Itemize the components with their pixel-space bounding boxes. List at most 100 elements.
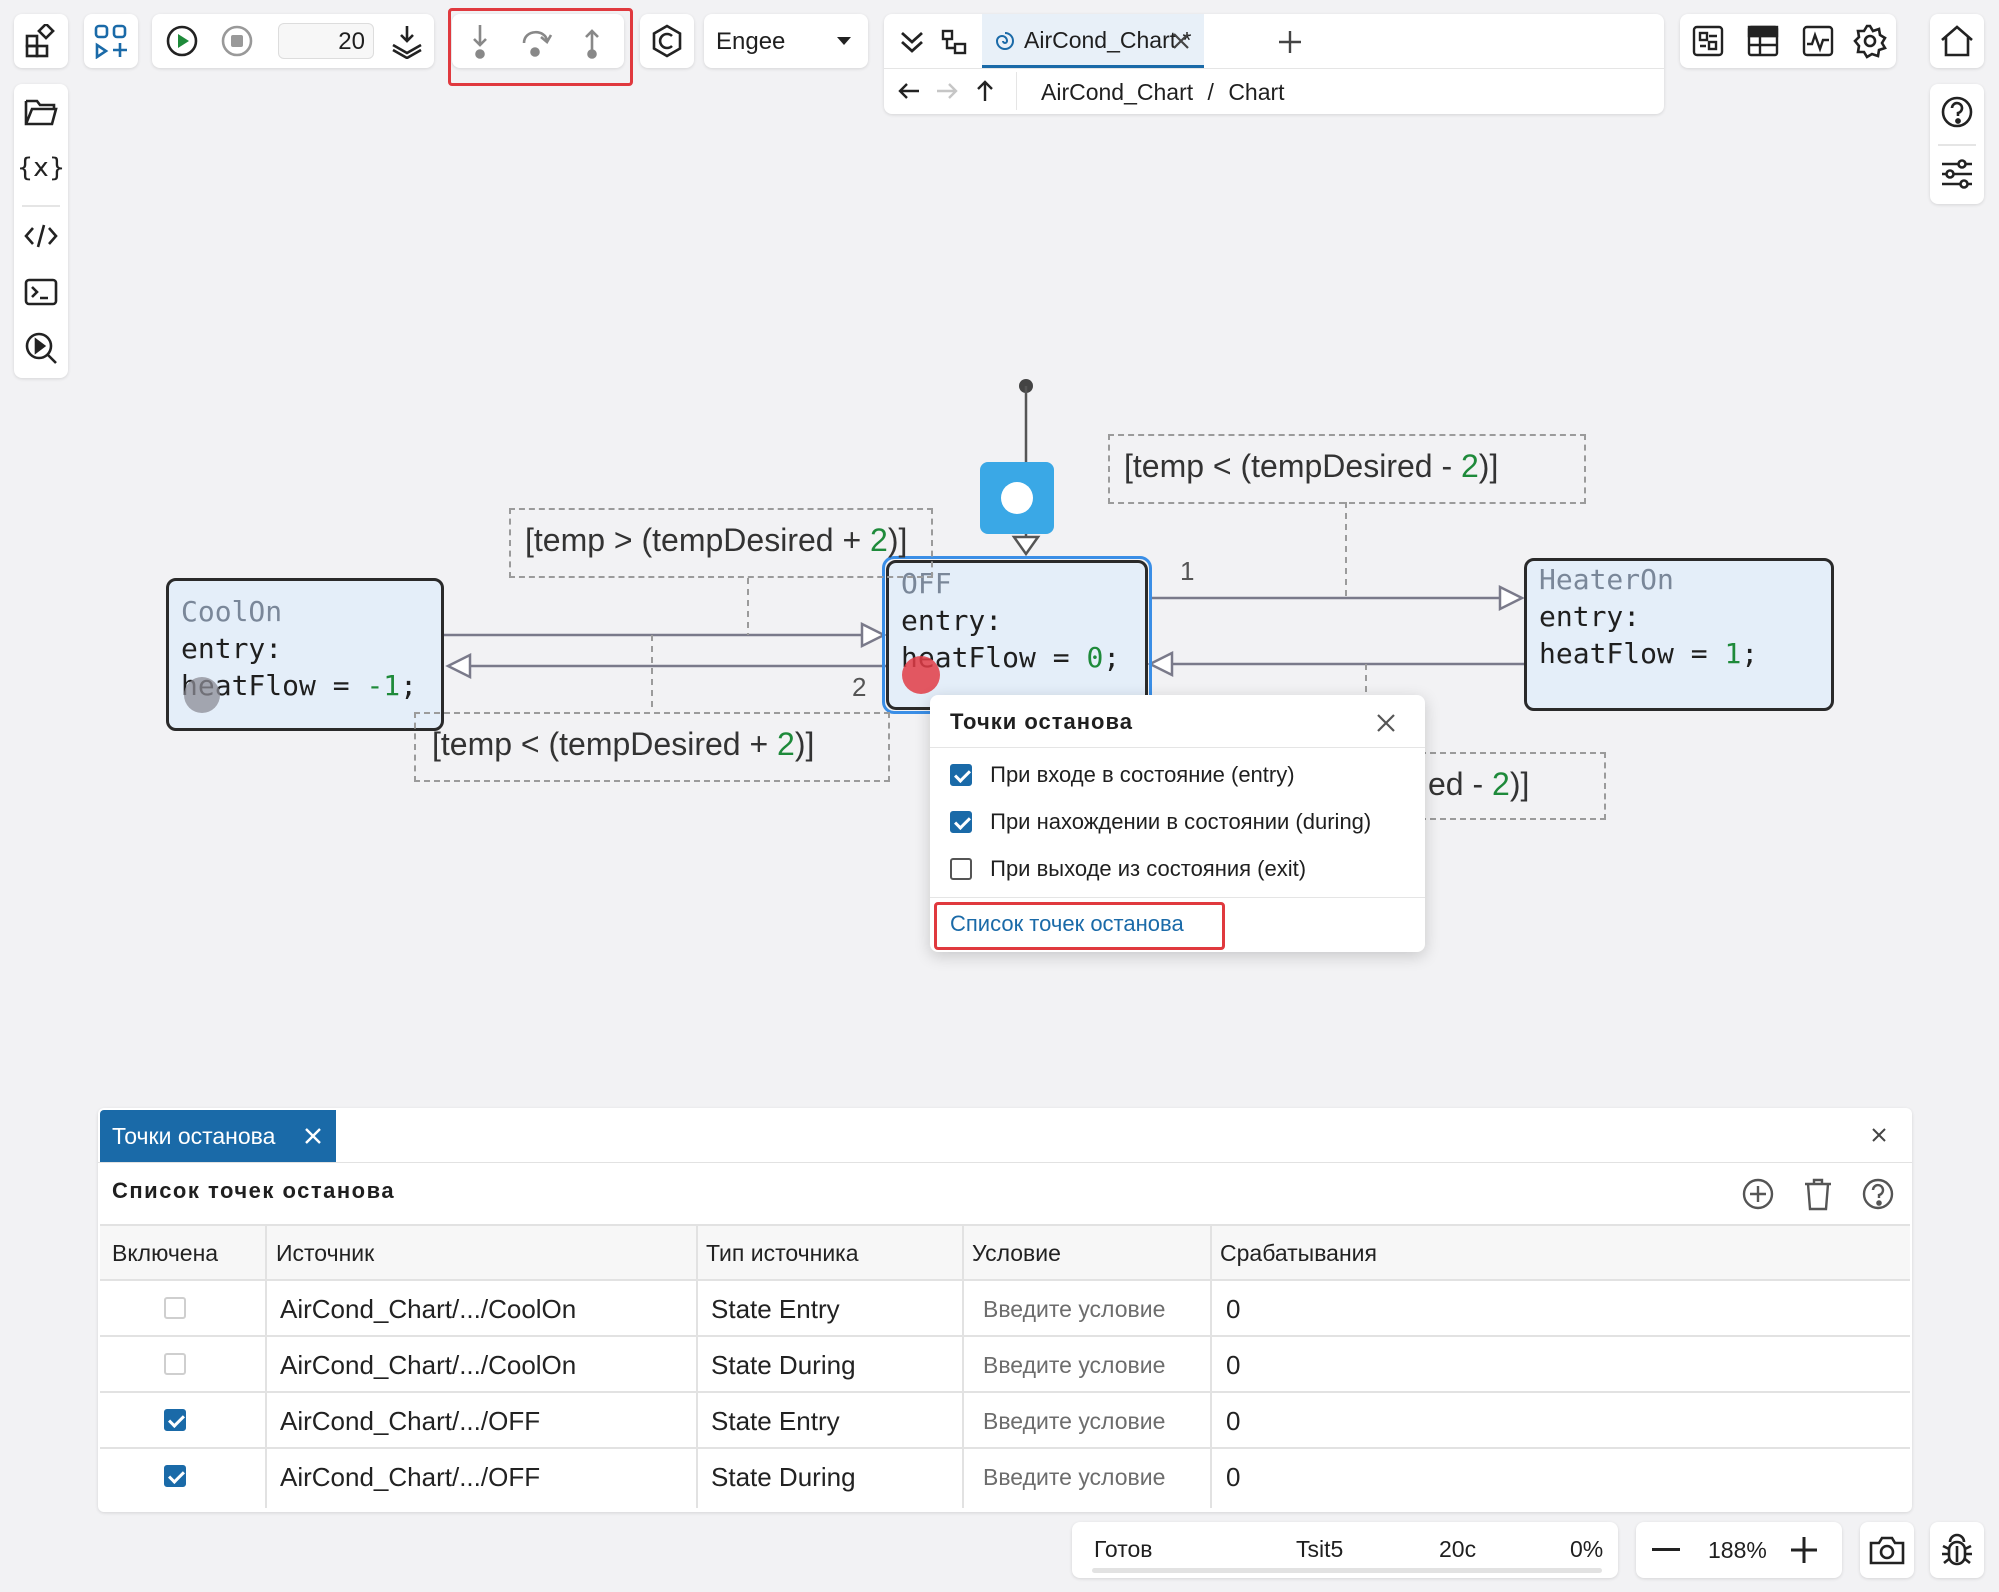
table-row[interactable]: AirCond_Chart/.../OFF State During Введи…: [100, 1449, 1910, 1503]
guard-text: [temp < (tempDesired +: [432, 726, 778, 762]
state-heateron[interactable]: HeaterOn entry: heatFlow = 1;: [1524, 558, 1834, 711]
camera-icon[interactable]: [1867, 1530, 1907, 1570]
priority-label-2: 2: [852, 672, 867, 702]
close-panel-icon[interactable]: [1866, 1122, 1892, 1148]
table-row[interactable]: AirCond_Chart/.../CoolOn State Entry Вве…: [100, 1281, 1910, 1335]
checkbox-during[interactable]: [950, 811, 972, 834]
simulation-time: 20с: [1439, 1536, 1477, 1562]
guard-from-cool[interactable]: [temp < (tempDesired + 2)]: [414, 712, 890, 782]
row-divider: [100, 1224, 1910, 1226]
table-row[interactable]: AirCond_Chart/.../CoolOn State During Вв…: [100, 1337, 1910, 1391]
column-header-condition[interactable]: Условие: [972, 1240, 1061, 1267]
state-entry-label: entry:: [901, 604, 1003, 637]
option-label: При входе в состояние (entry): [990, 762, 1295, 788]
panel-heading: Список точек останова: [112, 1178, 396, 1203]
row-type: State Entry: [711, 1294, 840, 1324]
breakpoint-active-dot[interactable]: [902, 656, 940, 694]
debug-panel: [1930, 1522, 1984, 1578]
state-name: CoolOn: [181, 595, 283, 628]
guard-text: [temp < (tempDesired -: [1124, 448, 1461, 484]
action-suffix: ;: [400, 669, 418, 702]
action-suffix: ;: [1103, 641, 1121, 674]
row-type: State Entry: [711, 1406, 840, 1436]
option-label: При выходе из состояния (exit): [990, 856, 1307, 882]
popup-divider: [930, 897, 1425, 898]
row-condition-input[interactable]: Введите условие: [983, 1296, 1165, 1323]
close-tab-icon[interactable]: [300, 1123, 326, 1149]
zoom-controls: 188%: [1636, 1522, 1842, 1578]
action-prefix: heatFlow =: [1539, 637, 1725, 670]
status-bar: Готов Tsit5 20с 0%: [1072, 1522, 1618, 1578]
row-source: AirCond_Chart/.../CoolOn: [280, 1350, 577, 1380]
row-hits: 0: [1226, 1350, 1241, 1380]
column-header-hits[interactable]: Срабатывания: [1220, 1240, 1377, 1267]
guard-text-end: )]: [794, 726, 815, 762]
guard-text-end: )]: [887, 522, 908, 558]
row-source: AirCond_Chart/.../CoolOn: [280, 1294, 577, 1324]
action-value: 1: [1724, 637, 1742, 670]
state-entry-label: entry:: [181, 632, 283, 665]
state-action: heatFlow = 1;: [1539, 635, 1831, 672]
state-name: OFF: [901, 567, 952, 600]
action-value: -1: [366, 669, 401, 702]
state-entry-label: entry:: [1539, 600, 1641, 633]
guard-number: 2: [1461, 448, 1479, 484]
status-text: Готов: [1094, 1536, 1153, 1562]
marker-dot-icon: [1001, 482, 1033, 514]
row-hits: 0: [1226, 1294, 1241, 1324]
option-entry[interactable]: При входе в состояние (entry): [950, 761, 1295, 788]
tab-breakpoints[interactable]: Точки останова: [100, 1110, 336, 1162]
action-suffix: ;: [1741, 637, 1759, 670]
table-row[interactable]: AirCond_Chart/.../OFF State Entry Введит…: [100, 1393, 1910, 1447]
zoom-in-icon[interactable]: [1786, 1532, 1822, 1568]
checkbox-exit[interactable]: [950, 858, 972, 881]
zoom-level: 188%: [1708, 1537, 1767, 1563]
solver-name: Tsit5: [1296, 1536, 1344, 1562]
row-condition-input[interactable]: Введите условие: [983, 1464, 1165, 1491]
row-hits: 0: [1226, 1406, 1241, 1436]
column-header-enabled[interactable]: Включена: [112, 1240, 218, 1267]
option-during[interactable]: При нахождении в состоянии (during): [950, 808, 1371, 835]
guard-text-end: )]: [1509, 766, 1530, 802]
option-label: При нахождении в состоянии (during): [990, 809, 1372, 835]
guard-to-heater[interactable]: [temp < (tempDesired - 2)]: [1108, 434, 1586, 504]
column-header-source[interactable]: Источник: [276, 1240, 374, 1267]
popup-title: Точки останова: [950, 709, 1133, 734]
popup-divider: [930, 747, 1425, 748]
row-enabled-checkbox[interactable]: [164, 1465, 186, 1487]
row-condition-input[interactable]: Введите условие: [983, 1352, 1165, 1379]
progress-value: 0%: [1570, 1536, 1604, 1562]
row-source: AirCond_Chart/.../OFF: [280, 1462, 541, 1492]
checkbox-entry[interactable]: [950, 764, 972, 787]
breakpoint-list-link-highlight: [934, 902, 1225, 950]
progress-track: [1092, 1568, 1602, 1573]
row-type: State During: [711, 1462, 856, 1492]
row-condition-input[interactable]: Введите условие: [983, 1408, 1165, 1435]
row-hits: 0: [1226, 1462, 1241, 1492]
panel-divider: [98, 1162, 1912, 1163]
add-breakpoint-icon[interactable]: [1738, 1174, 1778, 1214]
zoom-out-icon[interactable]: [1648, 1532, 1684, 1568]
state-name: HeaterOn: [1539, 563, 1674, 596]
guard-number: 2: [1492, 766, 1510, 802]
row-enabled-checkbox[interactable]: [164, 1409, 186, 1431]
priority-label-1: 1: [1180, 556, 1195, 586]
action-value: 0: [1086, 641, 1104, 674]
help-icon[interactable]: [1858, 1174, 1898, 1214]
row-enabled-checkbox[interactable]: [164, 1353, 186, 1375]
guard-number: 2: [777, 726, 795, 762]
column-header-type[interactable]: Тип источника: [706, 1240, 859, 1267]
bug-icon[interactable]: [1937, 1530, 1977, 1570]
guard-text: [temp > (tempDesired +: [525, 522, 871, 558]
delete-icon[interactable]: [1798, 1174, 1838, 1214]
guard-text: ed -: [1428, 766, 1493, 802]
guard-number: 2: [870, 522, 888, 558]
row-source: AirCond_Chart/.../OFF: [280, 1406, 541, 1436]
close-icon[interactable]: [1370, 707, 1402, 739]
row-enabled-checkbox[interactable]: [164, 1297, 186, 1319]
breakpoint-disabled-dot[interactable]: [184, 677, 220, 713]
default-transition-marker[interactable]: [980, 462, 1054, 534]
row-type: State During: [711, 1350, 856, 1380]
guard-to-cool[interactable]: [temp > (tempDesired + 2)]: [509, 508, 933, 578]
option-exit[interactable]: При выходе из состояния (exit): [950, 855, 1306, 882]
